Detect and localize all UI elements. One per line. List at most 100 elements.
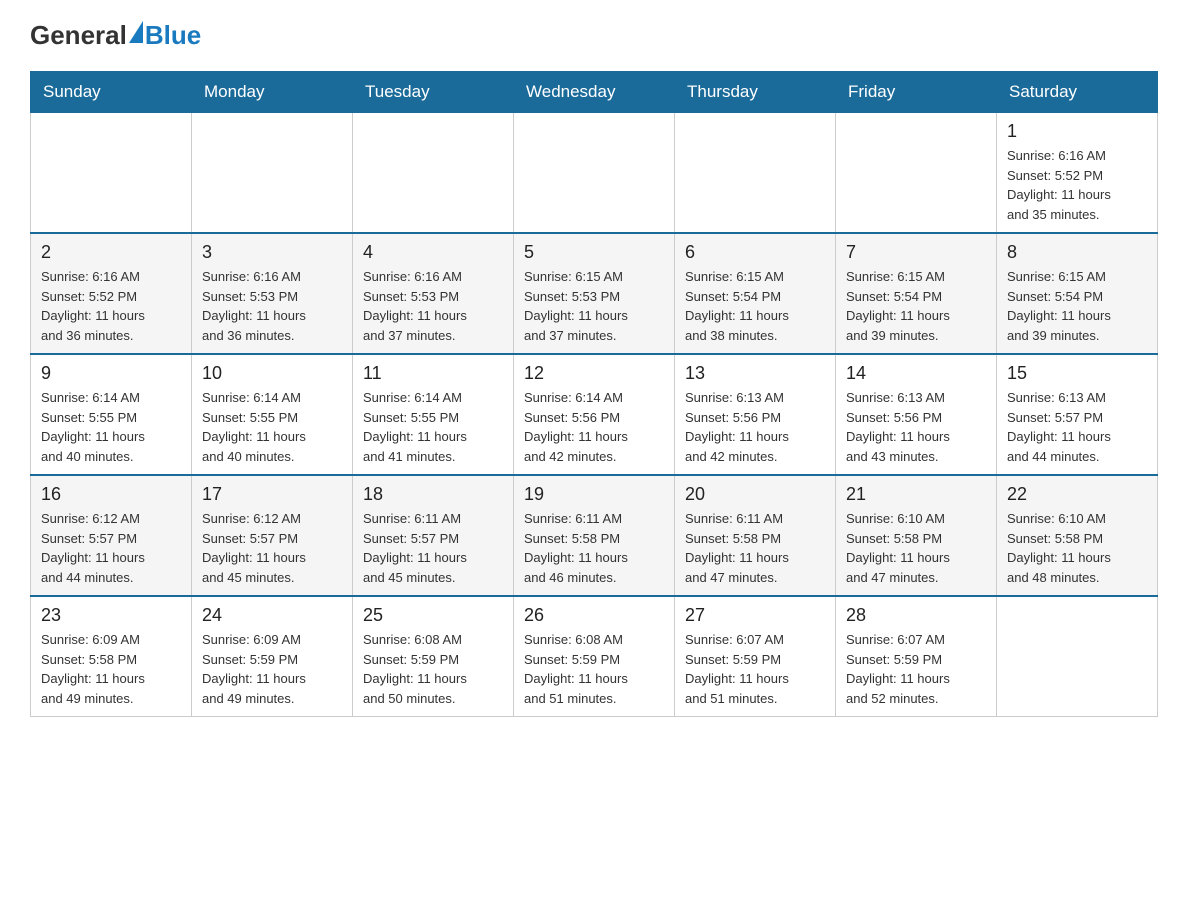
- day-info: Sunrise: 6:07 AM Sunset: 5:59 PM Dayligh…: [685, 630, 825, 708]
- header-tuesday: Tuesday: [353, 72, 514, 113]
- calendar-cell: 21 Sunrise: 6:10 AM Sunset: 5:58 PM Dayli…: [836, 475, 997, 596]
- header-sunday: Sunday: [31, 72, 192, 113]
- header-monday: Monday: [192, 72, 353, 113]
- calendar-week-row: 23 Sunrise: 6:09 AM Sunset: 5:58 PM Dayli…: [31, 596, 1158, 717]
- day-info: Sunrise: 6:11 AM Sunset: 5:58 PM Dayligh…: [685, 509, 825, 587]
- logo-triangle-icon: [129, 21, 143, 43]
- calendar-cell: [514, 113, 675, 234]
- logo-text-general: General: [30, 20, 127, 51]
- calendar-cell: 1 Sunrise: 6:16 AM Sunset: 5:52 PM Daylig…: [997, 113, 1158, 234]
- calendar-cell: 23 Sunrise: 6:09 AM Sunset: 5:58 PM Dayli…: [31, 596, 192, 717]
- day-number: 18: [363, 484, 503, 505]
- day-number: 10: [202, 363, 342, 384]
- day-number: 15: [1007, 363, 1147, 384]
- day-info: Sunrise: 6:14 AM Sunset: 5:55 PM Dayligh…: [202, 388, 342, 466]
- day-info: Sunrise: 6:12 AM Sunset: 5:57 PM Dayligh…: [202, 509, 342, 587]
- calendar-header-row: SundayMondayTuesdayWednesdayThursdayFrid…: [31, 72, 1158, 113]
- day-number: 5: [524, 242, 664, 263]
- day-info: Sunrise: 6:16 AM Sunset: 5:53 PM Dayligh…: [202, 267, 342, 345]
- calendar-cell: [836, 113, 997, 234]
- logo: General Blue: [30, 20, 201, 51]
- calendar-cell: 22 Sunrise: 6:10 AM Sunset: 5:58 PM Dayli…: [997, 475, 1158, 596]
- calendar-cell: 28 Sunrise: 6:07 AM Sunset: 5:59 PM Dayli…: [836, 596, 997, 717]
- calendar-week-row: 16 Sunrise: 6:12 AM Sunset: 5:57 PM Dayli…: [31, 475, 1158, 596]
- day-number: 12: [524, 363, 664, 384]
- day-info: Sunrise: 6:16 AM Sunset: 5:52 PM Dayligh…: [41, 267, 181, 345]
- day-number: 3: [202, 242, 342, 263]
- calendar-cell: 26 Sunrise: 6:08 AM Sunset: 5:59 PM Dayli…: [514, 596, 675, 717]
- day-info: Sunrise: 6:13 AM Sunset: 5:57 PM Dayligh…: [1007, 388, 1147, 466]
- header-wednesday: Wednesday: [514, 72, 675, 113]
- day-info: Sunrise: 6:08 AM Sunset: 5:59 PM Dayligh…: [524, 630, 664, 708]
- day-number: 2: [41, 242, 181, 263]
- calendar-cell: [353, 113, 514, 234]
- calendar-cell: [675, 113, 836, 234]
- day-info: Sunrise: 6:09 AM Sunset: 5:58 PM Dayligh…: [41, 630, 181, 708]
- calendar-cell: 12 Sunrise: 6:14 AM Sunset: 5:56 PM Dayli…: [514, 354, 675, 475]
- calendar-cell: 5 Sunrise: 6:15 AM Sunset: 5:53 PM Daylig…: [514, 233, 675, 354]
- day-number: 1: [1007, 121, 1147, 142]
- day-info: Sunrise: 6:09 AM Sunset: 5:59 PM Dayligh…: [202, 630, 342, 708]
- header-thursday: Thursday: [675, 72, 836, 113]
- calendar-cell: 19 Sunrise: 6:11 AM Sunset: 5:58 PM Dayli…: [514, 475, 675, 596]
- day-info: Sunrise: 6:12 AM Sunset: 5:57 PM Dayligh…: [41, 509, 181, 587]
- day-info: Sunrise: 6:13 AM Sunset: 5:56 PM Dayligh…: [846, 388, 986, 466]
- calendar-cell: 10 Sunrise: 6:14 AM Sunset: 5:55 PM Dayli…: [192, 354, 353, 475]
- calendar-cell: 4Sunrise: 6:16 AM Sunset: 5:53 PM Daylig…: [353, 233, 514, 354]
- calendar-cell: 24 Sunrise: 6:09 AM Sunset: 5:59 PM Dayli…: [192, 596, 353, 717]
- day-info: Sunrise: 6:07 AM Sunset: 5:59 PM Dayligh…: [846, 630, 986, 708]
- day-info: Sunrise: 6:15 AM Sunset: 5:54 PM Dayligh…: [846, 267, 986, 345]
- day-number: 7: [846, 242, 986, 263]
- logo-text-blue: Blue: [145, 20, 201, 50]
- calendar-cell: 11 Sunrise: 6:14 AM Sunset: 5:55 PM Dayli…: [353, 354, 514, 475]
- day-number: 17: [202, 484, 342, 505]
- header-saturday: Saturday: [997, 72, 1158, 113]
- day-number: 9: [41, 363, 181, 384]
- day-number: 26: [524, 605, 664, 626]
- calendar-cell: 15 Sunrise: 6:13 AM Sunset: 5:57 PM Dayli…: [997, 354, 1158, 475]
- day-number: 19: [524, 484, 664, 505]
- calendar-cell: 7 Sunrise: 6:15 AM Sunset: 5:54 PM Daylig…: [836, 233, 997, 354]
- calendar-table: SundayMondayTuesdayWednesdayThursdayFrid…: [30, 71, 1158, 717]
- day-number: 13: [685, 363, 825, 384]
- calendar-week-row: 2 Sunrise: 6:16 AM Sunset: 5:52 PM Daylig…: [31, 233, 1158, 354]
- header-friday: Friday: [836, 72, 997, 113]
- day-info: Sunrise: 6:14 AM Sunset: 5:55 PM Dayligh…: [41, 388, 181, 466]
- day-number: 6: [685, 242, 825, 263]
- day-info: Sunrise: 6:14 AM Sunset: 5:56 PM Dayligh…: [524, 388, 664, 466]
- day-info: Sunrise: 6:11 AM Sunset: 5:57 PM Dayligh…: [363, 509, 503, 587]
- day-number: 21: [846, 484, 986, 505]
- calendar-week-row: 1 Sunrise: 6:16 AM Sunset: 5:52 PM Daylig…: [31, 113, 1158, 234]
- day-number: 4: [363, 242, 503, 263]
- day-number: 22: [1007, 484, 1147, 505]
- day-info: Sunrise: 6:11 AM Sunset: 5:58 PM Dayligh…: [524, 509, 664, 587]
- day-number: 23: [41, 605, 181, 626]
- day-number: 8: [1007, 242, 1147, 263]
- calendar-cell: 6Sunrise: 6:15 AM Sunset: 5:54 PM Daylig…: [675, 233, 836, 354]
- calendar-cell: 20Sunrise: 6:11 AM Sunset: 5:58 PM Dayli…: [675, 475, 836, 596]
- day-number: 16: [41, 484, 181, 505]
- day-info: Sunrise: 6:14 AM Sunset: 5:55 PM Dayligh…: [363, 388, 503, 466]
- day-info: Sunrise: 6:08 AM Sunset: 5:59 PM Dayligh…: [363, 630, 503, 708]
- calendar-cell: 14 Sunrise: 6:13 AM Sunset: 5:56 PM Dayli…: [836, 354, 997, 475]
- calendar-cell: 8Sunrise: 6:15 AM Sunset: 5:54 PM Daylig…: [997, 233, 1158, 354]
- day-info: Sunrise: 6:10 AM Sunset: 5:58 PM Dayligh…: [846, 509, 986, 587]
- calendar-cell: 2 Sunrise: 6:16 AM Sunset: 5:52 PM Daylig…: [31, 233, 192, 354]
- day-number: 27: [685, 605, 825, 626]
- calendar-cell: [997, 596, 1158, 717]
- calendar-cell: [192, 113, 353, 234]
- calendar-cell: [31, 113, 192, 234]
- day-info: Sunrise: 6:10 AM Sunset: 5:58 PM Dayligh…: [1007, 509, 1147, 587]
- calendar-cell: 16 Sunrise: 6:12 AM Sunset: 5:57 PM Dayli…: [31, 475, 192, 596]
- day-number: 24: [202, 605, 342, 626]
- calendar-week-row: 9 Sunrise: 6:14 AM Sunset: 5:55 PM Daylig…: [31, 354, 1158, 475]
- calendar-cell: 13 Sunrise: 6:13 AM Sunset: 5:56 PM Dayli…: [675, 354, 836, 475]
- day-info: Sunrise: 6:15 AM Sunset: 5:53 PM Dayligh…: [524, 267, 664, 345]
- calendar-cell: 3 Sunrise: 6:16 AM Sunset: 5:53 PM Daylig…: [192, 233, 353, 354]
- day-number: 11: [363, 363, 503, 384]
- day-number: 28: [846, 605, 986, 626]
- day-info: Sunrise: 6:13 AM Sunset: 5:56 PM Dayligh…: [685, 388, 825, 466]
- day-info: Sunrise: 6:16 AM Sunset: 5:52 PM Dayligh…: [1007, 146, 1147, 224]
- calendar-cell: 27 Sunrise: 6:07 AM Sunset: 5:59 PM Dayli…: [675, 596, 836, 717]
- day-number: 14: [846, 363, 986, 384]
